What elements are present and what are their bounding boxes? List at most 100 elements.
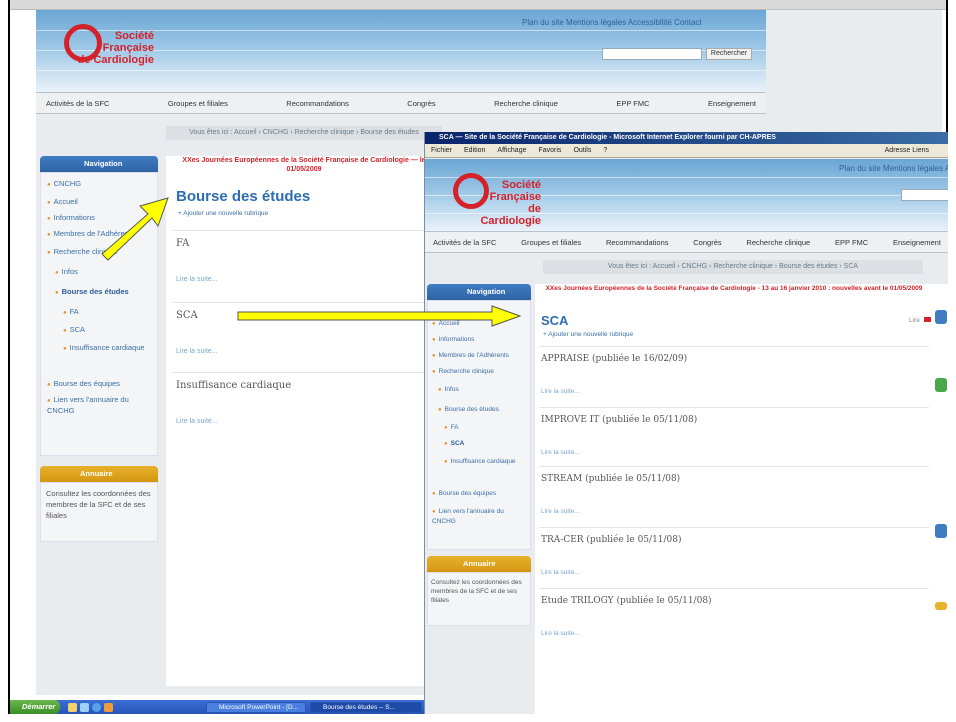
- menu-item[interactable]: ?: [603, 147, 607, 154]
- menu-bar: Fichier Edition Affichage Favoris Outils? Ad…: [425, 144, 948, 158]
- read-more-link[interactable]: Lire la suite...: [541, 508, 580, 515]
- add-item-link[interactable]: + Ajouter une nouvelle rubrique: [543, 331, 633, 338]
- read-more-link[interactable]: Lire la suite...: [541, 630, 580, 637]
- taskbar-item-browser[interactable]: Bourse des études -- S...: [310, 702, 422, 713]
- right-widget-icon[interactable]: [935, 310, 947, 324]
- sidebar-item[interactable]: Bourse des études: [55, 287, 129, 298]
- nav-item[interactable]: Enseignement: [708, 99, 756, 108]
- entry-title[interactable]: Insuffisance cardiaque: [176, 380, 291, 391]
- entry-separator: [172, 372, 436, 373]
- sidebar-header: Navigation: [40, 156, 158, 172]
- sidebar-item[interactable]: Infos: [55, 267, 78, 278]
- entry-separator: [539, 527, 929, 528]
- menu-item[interactable]: Edition: [464, 147, 485, 154]
- quick-launch-icon[interactable]: [68, 703, 77, 712]
- sidebar-item[interactable]: Bourse des équipes: [47, 379, 120, 390]
- menu-item[interactable]: Fichier: [431, 147, 452, 154]
- nav-item[interactable]: Congrès: [407, 99, 435, 108]
- sidebar-item[interactable]: Lien vers l'annuaire du CNCHG: [47, 395, 153, 416]
- nav-item[interactable]: Groupes et filiales: [521, 238, 581, 247]
- search-input[interactable]: [602, 48, 702, 60]
- sidebar-item[interactable]: Bourse des études: [438, 405, 499, 415]
- sidebar-item[interactable]: Accueil: [47, 197, 78, 208]
- taskbar-item-powerpoint[interactable]: Microsoft PowerPoint - [D...: [206, 702, 306, 713]
- nav-item[interactable]: Activités de la SFC: [433, 238, 496, 247]
- logo-text-line2: Française: [102, 42, 154, 54]
- top-links[interactable]: Plan du site Mentions légales Accessibil…: [839, 164, 948, 173]
- entry-title[interactable]: TRA-CER (publiée le 05/11/08): [541, 535, 682, 545]
- sidebar-item[interactable]: Insuffisance cardiaque: [444, 457, 516, 467]
- event-alert[interactable]: XXes Journées Européennes de la Société …: [166, 156, 442, 174]
- read-more-link[interactable]: Lire la suite...: [176, 418, 218, 425]
- entry-title[interactable]: Etude TRILOGY (publiée le 05/11/08): [541, 596, 712, 606]
- menu-item[interactable]: Favoris: [538, 147, 561, 154]
- nav-item[interactable]: EPP FMC: [835, 238, 868, 247]
- entry-title[interactable]: FA: [176, 238, 189, 249]
- edit-icon: [923, 317, 931, 322]
- annuaire-text: Consultez les coordonnées des membres de…: [431, 579, 522, 604]
- quick-launch: [66, 702, 116, 713]
- main-content: [535, 284, 933, 714]
- logo-text-line3: de Cardiologie: [77, 54, 154, 66]
- read-more-link[interactable]: Lire la suite...: [176, 276, 218, 283]
- nav-item[interactable]: Recommandations: [606, 238, 669, 247]
- entry-separator: [539, 346, 929, 347]
- entry-title[interactable]: IMPROVE IT (publiée le 05/11/08): [541, 415, 697, 425]
- right-widget-icon[interactable]: [935, 378, 947, 392]
- sidebar-item[interactable]: SCA: [63, 325, 85, 336]
- read-more-link[interactable]: Lire la suite...: [541, 388, 580, 395]
- read-more-link[interactable]: Lire la suite...: [176, 348, 218, 355]
- start-button[interactable]: Démarrer: [10, 700, 60, 714]
- event-alert[interactable]: XXes Journées Européennes de la Société …: [535, 284, 933, 293]
- menu-address-links[interactable]: Adresse Liens: [885, 144, 929, 158]
- quick-launch-icon[interactable]: [92, 703, 101, 712]
- sidebar-item[interactable]: Informations: [432, 335, 475, 345]
- search-button[interactable]: Rechercher: [706, 48, 752, 60]
- search-input[interactable]: [901, 189, 948, 201]
- nav-item[interactable]: Activités de la SFC: [46, 99, 109, 108]
- sidebar-item[interactable]: Lien vers l'annuaire du CNCHG: [432, 507, 528, 526]
- breadcrumb[interactable]: Vous êtes ici : Accueil › CNCHG › Recher…: [543, 260, 923, 274]
- quick-launch-icon[interactable]: [104, 703, 113, 712]
- breadcrumb[interactable]: Vous êtes ici : Accueil › CNCHG › Recher…: [166, 126, 442, 140]
- main-nav: Activités de la SFC Groupes et filiales Re…: [36, 92, 766, 114]
- menu-item[interactable]: Affichage: [497, 147, 526, 154]
- edit-link[interactable]: Lire: [909, 317, 931, 324]
- entry-title[interactable]: STREAM (publiée le 05/11/08): [541, 474, 680, 484]
- yellow-arrow-horizontal-icon: [237, 305, 522, 327]
- nav-item[interactable]: Recherche clinique: [746, 238, 810, 247]
- read-more-link[interactable]: Lire la suite...: [541, 449, 580, 456]
- sidebar-item[interactable]: Infos: [438, 385, 459, 395]
- right-widget-icon[interactable]: [935, 524, 947, 538]
- read-more-link[interactable]: Lire la suite...: [541, 569, 580, 576]
- nav-item[interactable]: Recherche clinique: [494, 99, 558, 108]
- top-strip: [10, 0, 946, 10]
- taskbar-item-label: Bourse des études -- S...: [323, 704, 395, 711]
- quick-launch-icon[interactable]: [80, 703, 89, 712]
- window-titlebar[interactable]: SCA — Site de la Société Française de Ca…: [425, 132, 948, 144]
- nav-item[interactable]: Recommandations: [286, 99, 349, 108]
- sidebar-item[interactable]: SCA: [444, 439, 465, 449]
- sidebar-item[interactable]: FA: [444, 423, 459, 433]
- nav-item[interactable]: Enseignement: [893, 238, 941, 247]
- nav-item[interactable]: Congrès: [693, 238, 721, 247]
- page-title: Bourse des études: [176, 188, 311, 205]
- nav-item[interactable]: Groupes et filiales: [168, 99, 228, 108]
- menu-item[interactable]: Outils: [573, 147, 591, 154]
- top-links[interactable]: Plan du site Mentions légales Accessibil…: [522, 18, 702, 27]
- add-item-link[interactable]: + Ajouter une nouvelle rubrique: [178, 210, 268, 217]
- entry-title[interactable]: APPRAISE (publiée le 16/02/09): [541, 354, 687, 364]
- sidebar-item[interactable]: FA: [63, 307, 79, 318]
- right-widget-icon[interactable]: [935, 602, 947, 610]
- sidebar-item[interactable]: Membres de l'Adhérents: [432, 351, 509, 361]
- sidebar-item[interactable]: Recherche clinique: [432, 367, 494, 377]
- nav-item[interactable]: EPP FMC: [616, 99, 649, 108]
- sidebar-item[interactable]: Insuffisance cardiaque: [63, 343, 145, 354]
- logo-text-line1: Société: [501, 179, 541, 191]
- sidebar-item[interactable]: Bourse des équipes: [432, 489, 496, 499]
- annuaire-header-label: Annuaire: [463, 559, 496, 568]
- entry-title[interactable]: SCA: [176, 310, 198, 321]
- sidebar-header-label: Navigation: [84, 159, 123, 168]
- sidebar-item[interactable]: CNCHG: [47, 179, 82, 190]
- sidebar-item[interactable]: Informations: [47, 213, 95, 224]
